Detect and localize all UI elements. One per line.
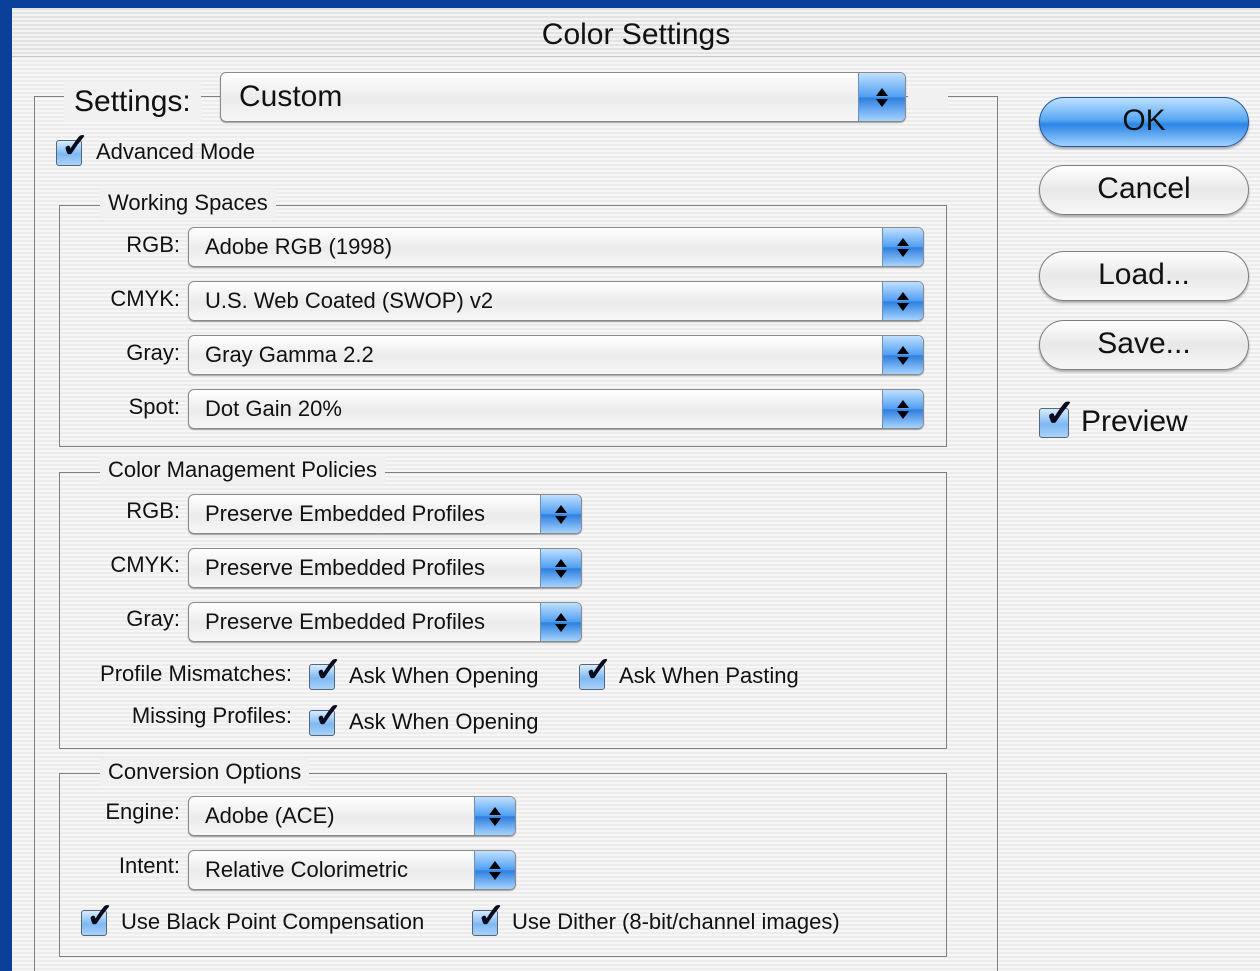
preview-checkbox[interactable]: ✓ Preview bbox=[1039, 395, 1239, 444]
policy-gray-popup[interactable]: Preserve Embedded Profiles bbox=[188, 602, 582, 642]
missing-ask-opening-checkbox[interactable]: ✓ Ask When Opening bbox=[309, 699, 559, 742]
missing-profiles-label: Missing Profiles: bbox=[131, 703, 292, 728]
ws-spot-label: Spot: bbox=[128, 394, 180, 419]
settings-label: Settings: bbox=[64, 82, 201, 122]
checkmark-icon: ✓ bbox=[584, 651, 613, 689]
ws-cmyk-popup[interactable]: U.S. Web Coated (SWOP) v2 bbox=[188, 281, 924, 321]
checkmark-icon: ✓ bbox=[477, 897, 506, 935]
advanced-mode-label: Advanced Mode bbox=[96, 139, 255, 164]
policy-gray-value: Preserve Embedded Profiles bbox=[205, 609, 486, 634]
ws-spot-value: Dot Gain 20% bbox=[205, 396, 342, 421]
ws-gray-label: Gray: bbox=[126, 340, 180, 365]
checkbox-box: ✓ bbox=[1039, 395, 1076, 438]
policy-cmyk-value: Preserve Embedded Profiles bbox=[205, 555, 486, 580]
color-settings-dialog: Color Settings Settings: Custom ✓ Advanc… bbox=[12, 8, 1260, 971]
ws-gray-popup[interactable]: Gray Gamma 2.2 bbox=[188, 335, 924, 375]
popup-arrows-icon bbox=[474, 797, 515, 835]
load-button[interactable]: Load... bbox=[1039, 251, 1249, 301]
checkbox-box: ✓ bbox=[309, 699, 343, 736]
settings-value: Custom bbox=[239, 80, 343, 113]
policies-title: Color Management Policies bbox=[100, 456, 386, 484]
checkmark-icon: ✓ bbox=[1044, 393, 1076, 435]
intent-value: Relative Colorimetric bbox=[205, 857, 408, 882]
engine-popup[interactable]: Adobe (ACE) bbox=[188, 796, 516, 836]
checkbox-box: ✓ bbox=[579, 653, 613, 690]
mismatch-ask-pasting-checkbox[interactable]: ✓ Ask When Pasting bbox=[579, 653, 829, 696]
profile-mismatches-label: Profile Mismatches: bbox=[100, 661, 292, 686]
checkbox-box: ✓ bbox=[81, 899, 115, 936]
ws-spot-popup[interactable]: Dot Gain 20% bbox=[188, 389, 924, 429]
working-spaces-title: Working Spaces bbox=[100, 189, 276, 217]
title-bar: Color Settings bbox=[12, 8, 1260, 57]
policy-cmyk-popup[interactable]: Preserve Embedded Profiles bbox=[188, 548, 582, 588]
conversion-title: Conversion Options bbox=[100, 758, 310, 786]
missing-ask-opening-label: Ask When Opening bbox=[349, 709, 539, 734]
ws-rgb-popup[interactable]: Adobe RGB (1998) bbox=[188, 227, 924, 267]
ws-rgb-value: Adobe RGB (1998) bbox=[205, 234, 393, 259]
intent-label: Intent: bbox=[118, 853, 180, 878]
popup-arrows-icon bbox=[540, 495, 581, 533]
policy-cmyk-label: CMYK: bbox=[110, 552, 180, 577]
black-point-label: Use Black Point Compensation bbox=[121, 909, 425, 934]
settings-group-gap bbox=[908, 88, 948, 108]
ws-cmyk-value: U.S. Web Coated (SWOP) v2 bbox=[205, 288, 494, 313]
mismatch-ask-pasting-label: Ask When Pasting bbox=[619, 663, 799, 688]
checkbox-box: ✓ bbox=[309, 653, 343, 690]
engine-label: Engine: bbox=[105, 799, 180, 824]
cancel-button[interactable]: Cancel bbox=[1039, 165, 1249, 215]
policy-rgb-value: Preserve Embedded Profiles bbox=[205, 501, 486, 526]
settings-popup[interactable]: Custom bbox=[220, 72, 906, 122]
popup-arrows-icon bbox=[858, 73, 905, 121]
popup-arrows-icon bbox=[882, 390, 923, 428]
mismatch-ask-opening-checkbox[interactable]: ✓ Ask When Opening bbox=[309, 653, 559, 696]
engine-value: Adobe (ACE) bbox=[205, 803, 335, 828]
mismatch-ask-opening-label: Ask When Opening bbox=[349, 663, 539, 688]
popup-arrows-icon bbox=[882, 282, 923, 320]
popup-arrows-icon bbox=[474, 851, 515, 889]
checkmark-icon: ✓ bbox=[86, 897, 115, 935]
checkmark-icon: ✓ bbox=[314, 697, 343, 735]
ws-cmyk-label: CMYK: bbox=[110, 286, 180, 311]
save-button[interactable]: Save... bbox=[1039, 320, 1249, 370]
checkbox-box: ✓ bbox=[56, 129, 90, 166]
checkmark-icon: ✓ bbox=[61, 127, 90, 165]
checkbox-box: ✓ bbox=[472, 899, 506, 936]
black-point-checkbox[interactable]: ✓ Use Black Point Compensation bbox=[81, 899, 461, 942]
advanced-mode-checkbox[interactable]: ✓ Advanced Mode bbox=[56, 129, 316, 172]
ws-gray-value: Gray Gamma 2.2 bbox=[205, 342, 374, 367]
popup-arrows-icon bbox=[540, 549, 581, 587]
dither-label: Use Dither (8-bit/channel images) bbox=[512, 909, 840, 934]
intent-popup[interactable]: Relative Colorimetric bbox=[188, 850, 516, 890]
popup-arrows-icon bbox=[882, 228, 923, 266]
preview-label: Preview bbox=[1081, 405, 1188, 438]
checkmark-icon: ✓ bbox=[314, 651, 343, 689]
ws-rgb-label: RGB: bbox=[126, 232, 180, 257]
dialog-title: Color Settings bbox=[541, 18, 731, 51]
policy-rgb-popup[interactable]: Preserve Embedded Profiles bbox=[188, 494, 582, 534]
popup-arrows-icon bbox=[882, 336, 923, 374]
policy-rgb-label: RGB: bbox=[126, 498, 180, 523]
policy-gray-label: Gray: bbox=[126, 606, 180, 631]
dither-checkbox[interactable]: ✓ Use Dither (8-bit/channel images) bbox=[472, 899, 892, 942]
ok-button[interactable]: OK bbox=[1039, 97, 1249, 147]
popup-arrows-icon bbox=[540, 603, 581, 641]
